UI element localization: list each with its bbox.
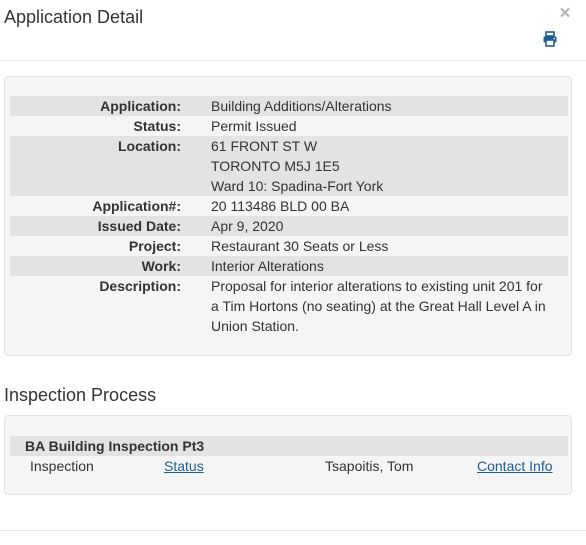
detail-row: Description: Proposal for interior altera… (10, 276, 568, 336)
detail-value: 20 113486 BLD 00 BA (211, 196, 568, 216)
detail-label: Issued Date: (10, 216, 181, 236)
printer-icon[interactable] (542, 31, 558, 47)
detail-gap (181, 96, 211, 116)
detail-value: Restaurant 30 Seats or Less (211, 236, 568, 256)
detail-value-line: Proposal for interior alterations to exi… (211, 278, 546, 334)
close-button[interactable]: × (557, 4, 573, 24)
detail-label: Project: (128, 238, 181, 254)
status-link[interactable]: Status (164, 456, 204, 476)
detail-label: Application: (10, 96, 181, 116)
detail-value-line: 61 FRONT ST W (211, 138, 318, 154)
detail-value-line: Apr 9, 2020 (211, 218, 284, 234)
inspector-name: Tsapoitis, Tom (325, 458, 414, 474)
detail-value-line: Interior Alterations (211, 258, 324, 274)
detail-value-line: 20 113486 BLD 00 BA (211, 198, 350, 214)
detail-gap (181, 116, 211, 136)
detail-value-line: Restaurant 30 Seats or Less (211, 238, 389, 254)
detail-label: Description: (99, 278, 181, 294)
inspection-label: Inspection (30, 458, 94, 474)
detail-value: 61 FRONT ST W TORONTO M5J 1E5 Ward 10: Spa… (211, 136, 568, 196)
detail-value-line: TORONTO M5J 1E5 (211, 158, 340, 174)
detail-value: Interior Alterations (211, 256, 568, 276)
detail-row: Status: Permit Issued (10, 116, 568, 136)
inspection-process-heading: Inspection Process (4, 385, 157, 405)
modal-title: Application Detail (4, 7, 144, 27)
detail-gap (181, 236, 211, 256)
application-detail-table: Application: Building Additions/Alteratio… (10, 96, 568, 336)
detail-gap (181, 276, 211, 336)
detail-row: Location: 61 FRONT ST W TORONTO M5J 1E5 War… (10, 136, 568, 196)
detail-row: Project: Restaurant 30 Seats or Less (10, 236, 568, 256)
detail-value: Permit Issued (211, 116, 568, 136)
inspection-panel: BA Building Inspection Pt3 Inspection St… (4, 415, 572, 495)
detail-label: Location: (10, 136, 181, 196)
inspection-group-header: BA Building Inspection Pt3 (10, 436, 568, 456)
detail-gap (181, 216, 211, 236)
detail-row: Application: Building Additions/Alteratio… (10, 96, 568, 116)
detail-value: Building Additions/Alterations (211, 96, 568, 116)
detail-value-line: Permit Issued (211, 118, 297, 134)
detail-label: Application#: (92, 198, 181, 214)
detail-row: Application#: 20 113486 BLD 00 BA (10, 196, 568, 216)
detail-gap (181, 256, 211, 276)
detail-value: Apr 9, 2020 (211, 216, 568, 236)
detail-label: Work: (10, 256, 181, 276)
detail-gap (181, 136, 211, 196)
detail-value-line: Ward 10: Spadina-Fort York (211, 178, 384, 194)
detail-gap (181, 196, 211, 216)
detail-row: Issued Date: Apr 9, 2020 (10, 216, 568, 236)
inspection-group-title: BA Building Inspection Pt3 (25, 438, 205, 454)
application-detail-panel: Application: Building Additions/Alteratio… (4, 76, 572, 356)
detail-row: Work: Interior Alterations (10, 256, 568, 276)
detail-value-line: Building Additions/Alterations (211, 98, 392, 114)
detail-label: Status: (133, 118, 181, 134)
header-divider (0, 60, 586, 61)
detail-value: Proposal for interior alterations to exi… (211, 276, 568, 336)
footer-divider (0, 530, 586, 531)
contact-info-link[interactable]: Contact Info (477, 456, 553, 476)
